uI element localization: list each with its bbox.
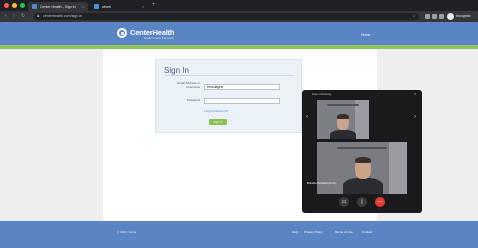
favicon-icon <box>94 4 99 9</box>
participant-body <box>330 130 356 139</box>
chevron-left-icon[interactable]: ‹ <box>306 114 308 120</box>
password-label: Password <box>186 98 200 102</box>
footer-link-privacy[interactable]: Privacy Policy <box>304 230 323 234</box>
end-call-icon[interactable]: — <box>375 197 385 207</box>
password-field[interactable] <box>204 98 280 104</box>
camera-icon[interactable]: ▭ <box>339 197 349 207</box>
brand-logo-icon <box>117 28 127 38</box>
extension-icon[interactable] <box>425 14 430 19</box>
video-call-title: Zoom Meeting <box>312 92 332 96</box>
site-header: CenterHealth Health made Personal Home <box>0 22 478 45</box>
username-label: Email Address or Username <box>177 81 200 89</box>
extension-icon[interactable] <box>439 14 444 19</box>
tab-title: wheel <box>102 4 112 9</box>
footer-copyright: © 2021 Center <box>117 230 137 234</box>
browser-tab[interactable]: wheel × <box>90 2 148 11</box>
signin-button[interactable]: Sign In <box>209 119 227 125</box>
address-bar[interactable]: 🔒︎ centerhealth.com/sign-in ☆ <box>34 13 419 20</box>
participant-body <box>343 178 383 194</box>
participant-hair <box>355 157 371 163</box>
forgot-password-link[interactable]: Forgot Password? <box>204 109 228 113</box>
signin-title: Sign In <box>164 66 189 75</box>
back-icon[interactable]: ‹ <box>5 13 7 19</box>
forward-icon[interactable]: › <box>13 13 15 19</box>
extension-icon[interactable] <box>432 14 437 19</box>
participant-thumbnail[interactable] <box>317 100 369 139</box>
signin-card: Sign In Email Address or Username bmcdag… <box>155 59 302 133</box>
maximize-window-button[interactable] <box>20 3 25 8</box>
chevron-right-icon[interactable]: › <box>414 114 416 120</box>
close-window-button[interactable] <box>4 3 9 8</box>
bookmark-star-icon[interactable]: ☆ <box>412 13 416 19</box>
header-home-link[interactable]: Home <box>361 33 370 37</box>
profile-label: Incognito <box>456 14 471 18</box>
left-gutter <box>0 49 103 221</box>
browser-tab-active[interactable]: Center Health - Sign In × <box>28 2 88 11</box>
footer-link-faq[interactable]: FAQ <box>292 230 298 234</box>
participant-hair <box>337 114 349 119</box>
close-tab-icon[interactable]: × <box>82 4 84 9</box>
profile-avatar[interactable] <box>447 13 454 20</box>
divider <box>164 75 294 76</box>
site-footer: © 2021 Center FAQ Privacy Policy Terms o… <box>0 221 478 248</box>
microphone-icon[interactable]: ❘ <box>357 197 367 207</box>
username-field[interactable]: bmcdagne <box>204 84 280 90</box>
tab-title: Center Health - Sign In <box>40 4 76 9</box>
close-icon[interactable]: × <box>414 91 416 96</box>
ceiling-fan <box>327 104 359 106</box>
window-controls <box>4 3 25 8</box>
browser-toolbar: ‹ › ↻ 🔒︎ centerhealth.com/sign-in ☆ Inco… <box>0 11 478 22</box>
favicon-icon <box>32 4 37 9</box>
url-text: centerhealth.com/sign-in <box>43 14 83 19</box>
footer-link-terms[interactable]: Terms of Use <box>335 230 353 234</box>
new-tab-icon[interactable]: + <box>152 2 156 8</box>
brand-tagline: Health made Personal <box>144 36 174 40</box>
background-door <box>389 142 407 194</box>
reload-icon[interactable]: ↻ <box>21 13 25 19</box>
participant-main-video[interactable] <box>317 142 407 194</box>
minimize-window-button[interactable] <box>12 3 17 8</box>
footer-link-contact[interactable]: Contact <box>362 230 372 234</box>
ceiling-fan <box>337 147 387 149</box>
close-tab-icon[interactable]: × <box>142 4 144 9</box>
lock-icon: 🔒︎ <box>37 13 40 18</box>
browser-tab-bar: Center Health - Sign In × wheel × + <box>0 0 478 11</box>
participant-name: Brandon Bentabin (Host) <box>307 182 336 185</box>
video-call-window[interactable]: Zoom Meeting × ‹ › Brandon Bentabin (Hos… <box>302 90 422 213</box>
